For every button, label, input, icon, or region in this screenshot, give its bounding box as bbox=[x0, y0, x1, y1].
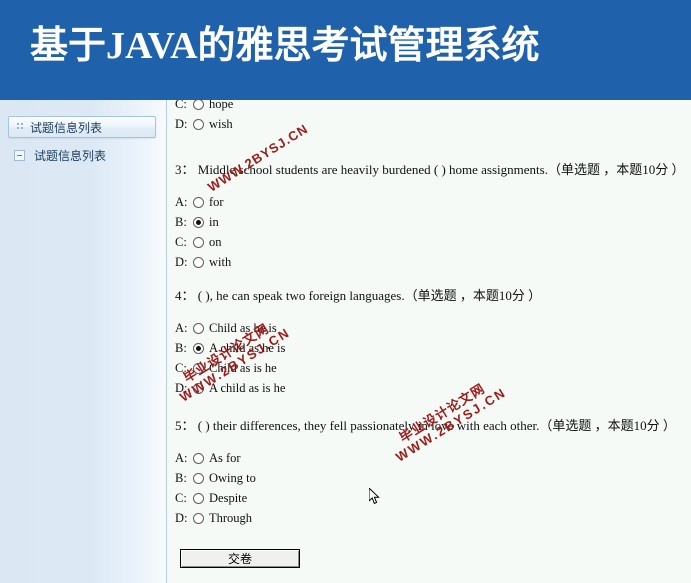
question-text: ( ) their differences, they fell passion… bbox=[197, 418, 676, 433]
radio-button[interactable] bbox=[193, 382, 204, 394]
radio-button[interactable] bbox=[193, 472, 204, 484]
question-block: 3： Middle school students are heavily bu… bbox=[175, 162, 684, 272]
option-text: Owing to bbox=[209, 470, 256, 485]
option-row[interactable]: C: hope bbox=[175, 100, 233, 114]
option-letter: C: bbox=[175, 234, 187, 249]
question-stem: 4： ( ), he can speak two foreign languag… bbox=[175, 288, 541, 304]
radio-button[interactable] bbox=[193, 452, 204, 464]
option-row[interactable]: B: in bbox=[175, 212, 684, 232]
option-text: on bbox=[209, 234, 222, 249]
option-row[interactable]: D: wish bbox=[175, 114, 233, 134]
option-letter: B: bbox=[175, 470, 187, 485]
option-row[interactable]: A: for bbox=[175, 192, 684, 212]
radio-button[interactable] bbox=[193, 216, 204, 228]
option-row[interactable]: D: A child as is he bbox=[175, 378, 541, 398]
site-header-banner: 基于JAVA的雅思考试管理系统 bbox=[0, 0, 691, 100]
radio-button[interactable] bbox=[193, 512, 204, 524]
option-row[interactable]: D: Through bbox=[175, 508, 676, 528]
radio-button[interactable] bbox=[193, 100, 204, 110]
option-letter: D: bbox=[175, 116, 188, 131]
option-row[interactable]: D: with bbox=[175, 252, 684, 272]
question-number: 5： bbox=[175, 418, 195, 433]
option-row[interactable]: A: As for bbox=[175, 448, 676, 468]
option-text: hope bbox=[209, 100, 234, 111]
option-text: in bbox=[209, 214, 219, 229]
option-letter: D: bbox=[175, 254, 188, 269]
option-text: A child as is he bbox=[209, 380, 286, 395]
question-stem: 3： Middle school students are heavily bu… bbox=[175, 162, 684, 178]
submit-exam-button[interactable]: 交卷 bbox=[180, 549, 300, 568]
option-text: A child as he is bbox=[209, 340, 286, 355]
sidebar: 试题信息列表 试题信息列表 bbox=[0, 100, 166, 583]
question-number: 3： bbox=[175, 162, 195, 177]
question-block: 4： ( ), he can speak two foreign languag… bbox=[175, 288, 541, 398]
sidebar-item-question-list[interactable]: 试题信息列表 bbox=[14, 146, 106, 164]
page-body: 试题信息列表 试题信息列表 C: hope D: wish 3： Middle … bbox=[0, 100, 691, 583]
option-text: Child as is he bbox=[209, 360, 277, 375]
option-text: Child as he is bbox=[209, 320, 277, 335]
option-text: Despite bbox=[209, 490, 248, 505]
option-letter: A: bbox=[175, 450, 188, 465]
sidebar-item-label: 试题信息列表 bbox=[34, 148, 107, 163]
option-text: As for bbox=[209, 450, 241, 465]
option-letter: B: bbox=[175, 214, 187, 229]
option-letter: A: bbox=[175, 320, 188, 335]
exam-content-area: C: hope D: wish 3： Middle school student… bbox=[167, 100, 691, 583]
option-letter: B: bbox=[175, 340, 187, 355]
option-letter: C: bbox=[175, 100, 187, 111]
grip-icon bbox=[15, 121, 24, 133]
radio-button[interactable] bbox=[193, 196, 204, 208]
question-text: Middle school students are heavily burde… bbox=[197, 162, 685, 177]
option-letter: C: bbox=[175, 360, 187, 375]
option-row[interactable]: B: A child as he is bbox=[175, 338, 541, 358]
radio-button[interactable] bbox=[193, 342, 204, 354]
option-text: for bbox=[209, 194, 224, 209]
radio-button[interactable] bbox=[193, 322, 204, 334]
option-letter: C: bbox=[175, 490, 187, 505]
question-number: 4： bbox=[175, 288, 195, 303]
option-row[interactable]: B: Owing to bbox=[175, 468, 676, 488]
sidebar-panel-header-label: 试题信息列表 bbox=[30, 120, 103, 135]
radio-button[interactable] bbox=[193, 236, 204, 248]
option-text: Through bbox=[209, 510, 253, 525]
option-letter: A: bbox=[175, 194, 188, 209]
option-row[interactable]: C: on bbox=[175, 232, 684, 252]
option-letter: D: bbox=[175, 510, 188, 525]
question-text: ( ), he can speak two foreign languages.… bbox=[197, 288, 542, 303]
option-row[interactable]: A: Child as he is bbox=[175, 318, 541, 338]
partial-question-top: C: hope D: wish bbox=[175, 100, 233, 134]
sidebar-panel-header-question-list[interactable]: 试题信息列表 bbox=[8, 116, 156, 138]
radio-button[interactable] bbox=[193, 362, 204, 374]
option-row[interactable]: C: Despite bbox=[175, 488, 676, 508]
radio-button[interactable] bbox=[193, 492, 204, 504]
option-text: wish bbox=[209, 116, 233, 131]
radio-button[interactable] bbox=[193, 256, 204, 268]
option-letter: D: bbox=[175, 380, 188, 395]
question-stem: 5： ( ) their differences, they fell pass… bbox=[175, 418, 676, 434]
radio-button[interactable] bbox=[193, 118, 204, 130]
question-block: 5： ( ) their differences, they fell pass… bbox=[175, 418, 676, 528]
option-text: with bbox=[209, 254, 232, 269]
expand-toggle-icon[interactable] bbox=[14, 149, 25, 161]
option-row[interactable]: C: Child as is he bbox=[175, 358, 541, 378]
page-title: 基于JAVA的雅思考试管理系统 bbox=[30, 25, 540, 67]
